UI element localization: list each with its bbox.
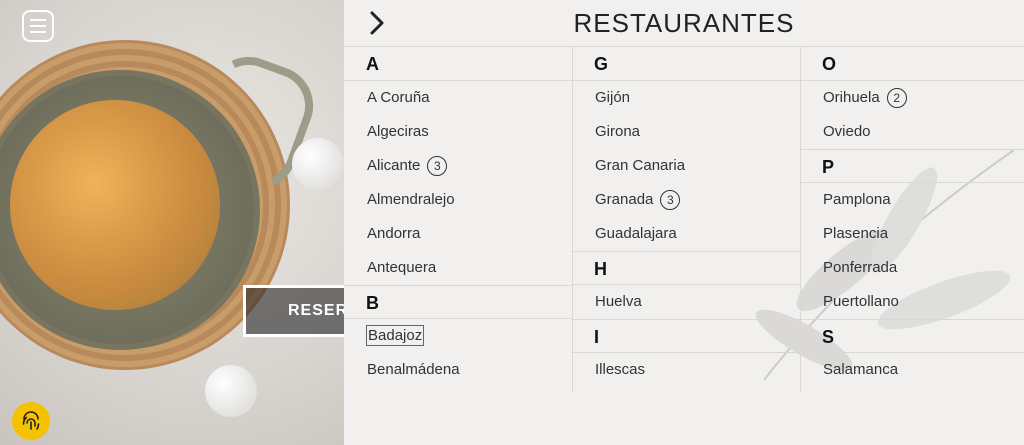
fingerprint-button[interactable] (12, 402, 50, 440)
letter-heading-o: O (800, 47, 1024, 81)
restaurant-link-pamplona[interactable]: Pamplona (800, 183, 1024, 217)
restaurant-link-oviedo[interactable]: Oviedo (800, 115, 1024, 149)
restaurant-link-plasencia[interactable]: Plasencia (800, 217, 1024, 251)
letter-heading-p: P (800, 149, 1024, 183)
column-a-b: A A Coruña Algeciras Alicante 3 Almendral… (344, 47, 573, 392)
reserve-button[interactable]: RESER (243, 285, 344, 337)
restaurant-link-algeciras[interactable]: Algeciras (344, 115, 572, 149)
panel-header: RESTAURANTES (344, 0, 1024, 47)
restaurant-link-a-coruna[interactable]: A Coruña (344, 81, 572, 115)
menu-button[interactable] (22, 10, 54, 42)
restaurants-panel: RESTAURANTES A A Coruña Algeciras Alican… (344, 0, 1024, 445)
letter-heading-b: B (344, 285, 572, 319)
page-title: RESTAURANTES (573, 8, 795, 38)
column-o-p-s: O Orihuela 2 Oviedo P Pamplona Plasencia … (800, 47, 1024, 392)
restaurant-link-alicante[interactable]: Alicante 3 (344, 149, 572, 183)
restaurant-link-ponferrada[interactable]: Ponferrada (800, 251, 1024, 285)
letter-heading-a: A (344, 47, 572, 81)
letter-heading-s: S (800, 319, 1024, 353)
restaurant-link-granada[interactable]: Granada 3 (572, 183, 800, 217)
letter-heading-h: H (572, 251, 800, 285)
restaurant-link-gijon[interactable]: Gijón (572, 81, 800, 115)
restaurant-link-girona[interactable]: Girona (572, 115, 800, 149)
restaurant-link-orihuela[interactable]: Orihuela 2 (800, 81, 1024, 115)
restaurant-link-almendralejo[interactable]: Almendralejo (344, 183, 572, 217)
count-badge: 2 (886, 88, 907, 109)
restaurant-link-badajoz[interactable]: Badajoz (344, 319, 572, 353)
restaurant-link-gran-canaria[interactable]: Gran Canaria (572, 149, 800, 183)
fingerprint-icon (22, 411, 40, 430)
restaurant-link-huelva[interactable]: Huelva (572, 285, 800, 319)
restaurant-link-puertollano[interactable]: Puertollano (800, 285, 1024, 319)
restaurant-link-illescas[interactable]: Illescas (572, 353, 800, 387)
column-g-h-i: G Gijón Girona Gran Canaria Granada 3 Gua… (572, 47, 801, 392)
ornament-ball (292, 138, 344, 190)
restaurant-link-antequera[interactable]: Antequera (344, 251, 572, 285)
paella-food (10, 100, 220, 310)
letter-heading-i: I (572, 319, 800, 353)
restaurant-link-salamanca[interactable]: Salamanca (800, 353, 1024, 387)
count-badge: 3 (427, 156, 448, 177)
ornament-ball (205, 365, 257, 417)
hero-photo: RESER (0, 0, 344, 445)
menu-icon (30, 19, 46, 21)
restaurant-link-benalmadena[interactable]: Benalmádena (344, 353, 572, 387)
letter-heading-g: G (572, 47, 800, 81)
restaurant-link-guadalajara[interactable]: Guadalajara (572, 217, 800, 251)
count-badge: 3 (660, 190, 681, 211)
restaurant-link-andorra[interactable]: Andorra (344, 217, 572, 251)
